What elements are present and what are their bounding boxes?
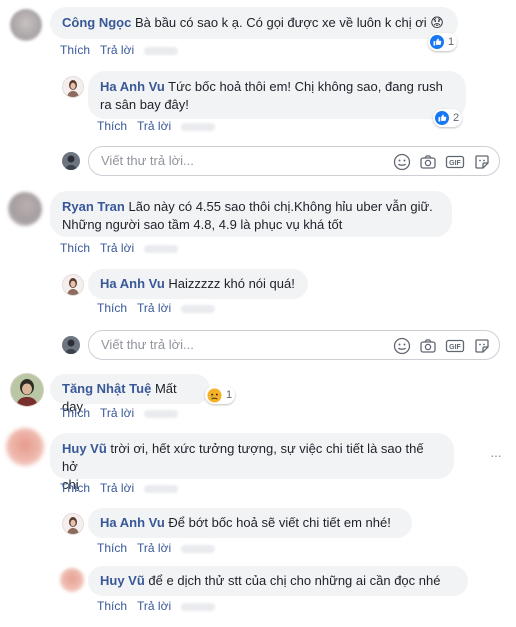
comment-bubble: Công Ngọc Bà bầu có sao k ạ. Có gọi được… (50, 7, 458, 39)
reply-input[interactable]: Viết thư trả lời... GIF (88, 330, 500, 360)
like-link[interactable]: Thích (97, 599, 127, 613)
comment-actions: Thích Trả lời (60, 406, 188, 420)
camera-icon[interactable] (419, 337, 437, 355)
timestamp (144, 484, 179, 493)
avatar-figure-icon (11, 374, 43, 406)
avatar-figure-icon (67, 80, 79, 97)
reply-text: Haizzzzz khó nói quá! (168, 276, 295, 291)
like-link[interactable]: Thích (60, 406, 90, 420)
timestamp (144, 409, 179, 418)
reaction-count[interactable]: 2 (433, 109, 463, 127)
reply-input-placeholder: Viết thư trả lời... (101, 153, 194, 168)
reply-author[interactable]: Ha Anh Vu (100, 515, 165, 530)
emoji-icon[interactable] (393, 337, 411, 355)
comment-bubble: Huy Vũ trời ơi, hết xức tưởng tượng, sự … (50, 433, 454, 492)
reply-link[interactable]: Trả lời (100, 43, 134, 57)
avatar-figure-icon (65, 155, 77, 170)
avatar[interactable] (62, 513, 84, 535)
reply-author[interactable]: Ha Anh Vu (100, 276, 165, 291)
comment-actions: Thích Trả lời (60, 43, 188, 57)
reply-link[interactable]: Trả lời (100, 241, 134, 255)
reply-link[interactable]: Trả lời (137, 119, 171, 133)
like-link[interactable]: Thích (60, 241, 90, 255)
reply-link[interactable]: Trả lời (100, 406, 134, 420)
reply-text: Để bớt bốc hoả sẽ viết chi tiết em nhé! (168, 515, 391, 530)
comment-bubble: Tăng Nhật Tuệ Mất dạy (50, 374, 210, 414)
timestamp (181, 602, 216, 611)
avatar[interactable] (60, 568, 84, 592)
comment-actions: Thích Trả lời (60, 241, 188, 255)
reply-link[interactable]: Trả lời (137, 541, 171, 555)
avatar-figure-icon (67, 278, 79, 295)
reply-actions: Thích Trả lời (97, 541, 225, 555)
reply-input-placeholder: Viết thư trả lời... (101, 337, 194, 352)
svg-text:GIF: GIF (449, 344, 461, 351)
camera-icon[interactable] (419, 153, 437, 171)
reply-link[interactable]: Trả lời (137, 599, 171, 613)
reply-link[interactable]: Trả lời (137, 301, 171, 315)
timestamp (181, 122, 216, 131)
like-link[interactable]: Thích (97, 301, 127, 315)
reply-link[interactable]: Trả lời (100, 481, 134, 495)
avatar[interactable] (6, 428, 44, 466)
avatar[interactable] (62, 76, 84, 98)
reply-actions: Thích Trả lời (97, 119, 225, 133)
reply-input[interactable]: Viết thư trả lời... GIF (88, 146, 500, 176)
avatar[interactable] (62, 274, 84, 296)
timestamp (144, 46, 179, 55)
svg-text:GIF: GIF (449, 160, 461, 167)
sticker-icon[interactable] (473, 337, 491, 355)
comment-author[interactable]: Ryan Tran (62, 199, 125, 214)
avatar-figure-icon (67, 517, 79, 534)
comment-text-continued: Những người sao tầm 4.8, 4.9 là phục vụ … (62, 217, 343, 232)
like-link[interactable]: Thích (97, 119, 127, 133)
avatar[interactable] (10, 373, 44, 407)
comment-author[interactable]: Huy Vũ (62, 441, 107, 456)
reply-author[interactable]: Ha Anh Vu (100, 79, 165, 94)
avatar-figure-icon (65, 339, 77, 354)
reply-bubble: Ha Anh Vu Để bớt bốc hoả sẽ viết chi tiế… (88, 508, 412, 538)
like-link[interactable]: Thích (60, 43, 90, 57)
reply-bubble: Huy Vũ để e dịch thử stt của chị cho nhữ… (88, 566, 468, 596)
sad-icon (207, 387, 222, 403)
reply-actions: Thích Trả lời (97, 301, 225, 315)
emoji-icon[interactable] (393, 153, 411, 171)
reply-bubble: Ha Anh Vu Haizzzzz khó nói quá! (88, 269, 308, 299)
comment-author[interactable]: Tăng Nhật Tuệ (62, 381, 151, 396)
like-link[interactable]: Thích (97, 541, 127, 555)
timestamp (181, 544, 216, 553)
comment-author[interactable]: Công Ngọc (62, 15, 131, 30)
comment-text: Bà bầu có sao k ạ. Có gọi được xe về luô… (134, 15, 427, 30)
reaction-count-value: 1 (226, 389, 233, 401)
reaction-count-value: 2 (453, 112, 460, 124)
reply-text: Tức bốc hoả thôi em! Chị không sao, đang… (168, 79, 443, 94)
avatar[interactable] (10, 9, 42, 41)
timestamp (144, 244, 179, 253)
gif-icon[interactable]: GIF (445, 337, 465, 355)
reply-text: để e dịch thử stt của chị cho những ai c… (148, 573, 441, 588)
like-icon (435, 111, 449, 125)
reply-text-continued: ra sân bay đây! (100, 97, 189, 112)
more-options-icon[interactable]: ··· (490, 447, 502, 463)
comment-text: trời ơi, hết xức tưởng tượng, sự việc ch… (62, 441, 424, 474)
worried-emoji-icon: 😟 (430, 15, 444, 30)
comment-actions: Thích Trả lời (60, 481, 188, 495)
comment-bubble: Ryan Tran Lão này có 4.55 sao thôi chị.K… (50, 191, 452, 237)
timestamp (181, 304, 216, 313)
sticker-icon[interactable] (473, 153, 491, 171)
comment-text: Lão này có 4.55 sao thôi chị.Không hỉu u… (128, 199, 433, 214)
avatar[interactable] (8, 192, 42, 226)
reply-actions: Thích Trả lời (97, 599, 225, 613)
reaction-count[interactable]: 1 (205, 386, 236, 404)
reply-bubble: Ha Anh Vu Tức bốc hoả thôi em! Chị không… (88, 71, 466, 119)
reaction-count-value: 1 (448, 36, 455, 48)
gif-icon[interactable]: GIF (445, 153, 465, 171)
like-icon (430, 35, 444, 49)
avatar (62, 336, 80, 354)
reply-author[interactable]: Huy Vũ (100, 573, 145, 588)
reaction-count[interactable]: 1 (428, 33, 458, 51)
like-link[interactable]: Thích (60, 481, 90, 495)
avatar (62, 152, 80, 170)
